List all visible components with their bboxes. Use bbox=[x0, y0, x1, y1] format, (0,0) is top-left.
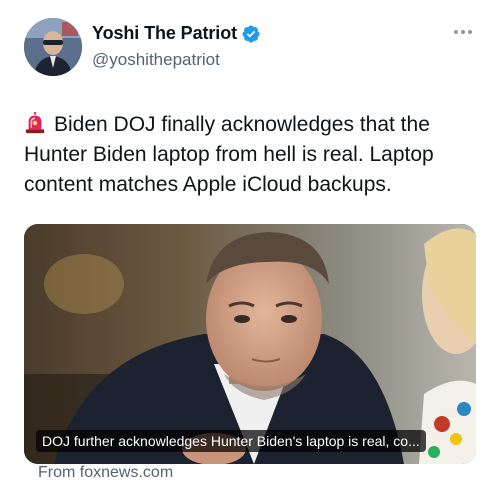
tweet-line-2: Hunter Biden laptop from hell is real. L… bbox=[24, 143, 434, 166]
link-source[interactable]: From foxnews.com bbox=[38, 464, 173, 482]
more-options-icon[interactable] bbox=[454, 28, 476, 36]
author-handle[interactable]: @yoshithepatriot bbox=[92, 50, 220, 70]
dot bbox=[454, 30, 458, 34]
police-car-light-icon bbox=[25, 112, 45, 134]
article-photo bbox=[24, 224, 476, 464]
verified-badge-icon bbox=[242, 24, 260, 43]
avatar-image bbox=[24, 18, 82, 76]
article-caption: DOJ further acknowledges Hunter Biden's … bbox=[36, 430, 426, 452]
tweet-line-3: content matches Apple iCloud backups. bbox=[24, 173, 392, 196]
dot bbox=[468, 30, 472, 34]
author-display-name[interactable]: Yoshi The Patriot bbox=[92, 23, 237, 44]
tweet-line-1: Biden DOJ finally acknowledges that the bbox=[24, 110, 476, 140]
tweet-text: Biden DOJ finally acknowledges that the … bbox=[24, 110, 476, 200]
tweet-header: Yoshi The Patriot @yoshithepatriot bbox=[24, 18, 480, 78]
tweet-line-text: Biden DOJ finally acknowledges that the bbox=[54, 113, 430, 136]
author-name-row[interactable]: Yoshi The Patriot bbox=[92, 23, 261, 44]
dot bbox=[461, 30, 465, 34]
author-avatar[interactable] bbox=[24, 18, 82, 76]
link-preview-card[interactable]: DOJ further acknowledges Hunter Biden's … bbox=[24, 224, 476, 464]
